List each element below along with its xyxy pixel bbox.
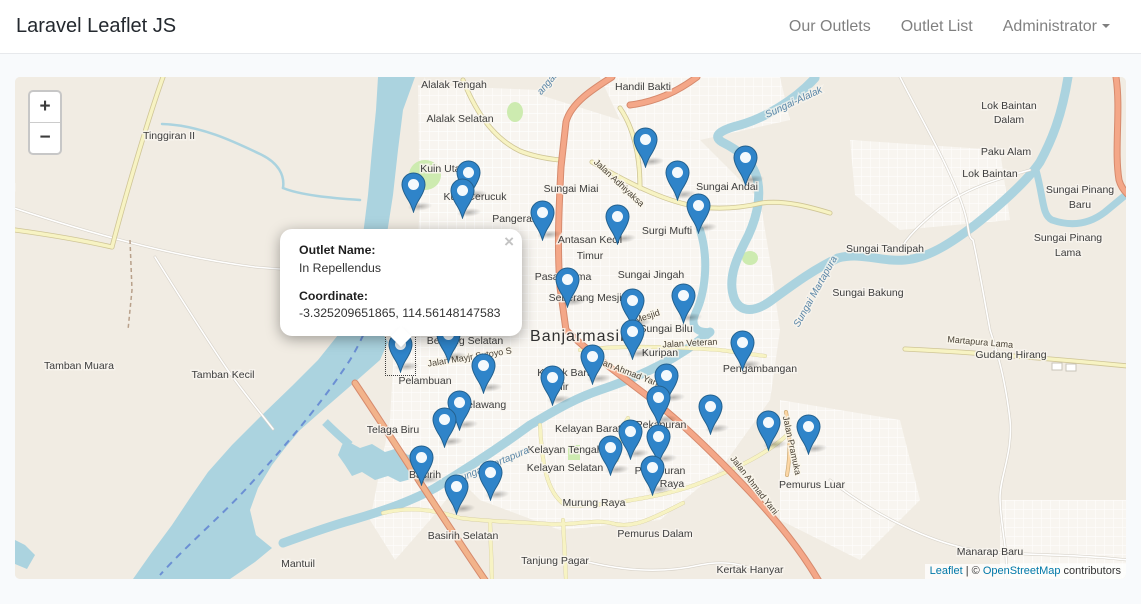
map-label-place: Dalam (994, 114, 1025, 126)
map-label-place: Sungai Pinang (1034, 232, 1102, 244)
map-label-place: Telaga Biru (367, 424, 420, 436)
popup-coordinate-label: Coordinate: (299, 289, 368, 303)
map-marker[interactable] (733, 145, 758, 186)
nav-item-our-outlets[interactable]: Our Outlets (774, 10, 886, 44)
map-marker[interactable] (730, 330, 755, 371)
map-marker[interactable] (401, 172, 426, 213)
map-label-place: Kelayan Selatan (527, 462, 604, 474)
map-label-place: Pelambuan (398, 375, 451, 387)
map-label-place: Sungai Pinang (1046, 184, 1114, 196)
map-marker[interactable] (471, 353, 496, 394)
map-marker[interactable] (671, 283, 696, 324)
app-brand[interactable]: Laravel Leaflet JS (16, 15, 176, 38)
map-label-place: Alalak Tengah (421, 79, 487, 91)
map-attribution: Leaflet | © OpenStreetMap contributors (925, 564, 1126, 579)
map-marker[interactable] (756, 410, 781, 451)
administrator-label: Administrator (1003, 18, 1097, 35)
map-marker[interactable] (478, 460, 503, 501)
popup-coordinate-value: -3.325209651865, 114.56148147583 (299, 306, 501, 320)
map-label-place: Tamban Muara (44, 360, 114, 372)
map-marker[interactable] (640, 455, 665, 496)
leaflet-map[interactable]: Alalak Tengah Handil Bakti Alalak Selatan L… (15, 77, 1126, 579)
map-marker[interactable] (698, 394, 723, 435)
map-marker[interactable] (432, 407, 457, 448)
zoom-in-button[interactable]: + (30, 92, 60, 122)
map-label-place: Gudang Hirang (975, 349, 1046, 361)
map-label-place: Basirih Selatan (428, 530, 499, 542)
map-marker[interactable] (633, 127, 658, 168)
openstreetmap-link[interactable]: OpenStreetMap (983, 565, 1061, 577)
map-tiles: Alalak Tengah Handil Bakti Alalak Selatan L… (15, 77, 1126, 579)
attribution-suffix: contributors (1060, 565, 1121, 577)
map-label-place: Tanjung Pagar (521, 555, 589, 567)
map-label-place: Lok Baintan (962, 168, 1018, 180)
map-label-place: Sungai Bakung (832, 287, 903, 299)
map-marker[interactable] (409, 445, 434, 486)
map-marker[interactable] (598, 435, 623, 476)
zoom-control: + − (28, 90, 62, 155)
map-label-place: Alalak Selatan (426, 113, 493, 125)
map-label-place: Mantuil (281, 558, 315, 570)
chevron-down-icon (1102, 24, 1110, 28)
map-marker[interactable] (796, 414, 821, 455)
map-label-place: Lama (1055, 247, 1081, 259)
map-label-place: Lok Baintan (981, 100, 1037, 112)
map-label-place: Pemurus Dalam (617, 528, 693, 540)
nav-links: Our Outlets Outlet List Administrator (774, 10, 1125, 44)
map-marker[interactable] (620, 319, 645, 360)
map-label-place: Kelayan Barat (555, 423, 621, 435)
map-marker[interactable] (686, 193, 711, 234)
nav-item-administrator-dropdown[interactable]: Administrator (988, 10, 1125, 44)
map-label-place: Manarap Baru (957, 546, 1024, 558)
map-label-city: Banjarmasin (530, 328, 630, 345)
map-label-place: Murung Raya (562, 497, 625, 509)
outlet-popup: × Outlet Name: In Repellendus Coordinate… (280, 229, 522, 336)
map-label-place: Kertak Hanyar (716, 564, 784, 576)
map-marker[interactable] (605, 204, 630, 245)
map-marker[interactable] (580, 344, 605, 385)
map-label-place: Baru (1069, 199, 1091, 211)
map-label-place: Timur (577, 250, 604, 262)
map-marker[interactable] (555, 267, 580, 308)
popup-outlet-name-value: In Repellendus (299, 261, 381, 275)
map-marker[interactable] (444, 474, 469, 515)
leaflet-link[interactable]: Leaflet (930, 565, 963, 577)
popup-outlet-name-label: Outlet Name: (299, 243, 376, 257)
top-navbar: Laravel Leaflet JS Our Outlets Outlet Li… (0, 0, 1141, 54)
map-label-place: Sungai Jingah (618, 269, 685, 281)
map-label-place: Tamban Kecil (191, 369, 254, 381)
map-label-place: Sungai Miai (544, 183, 599, 195)
popup-content: Outlet Name: In Repellendus Coordinate: … (299, 242, 503, 323)
map-marker[interactable] (530, 200, 555, 241)
map-marker[interactable] (646, 385, 671, 426)
map-label-place: Tinggiran II (143, 130, 195, 142)
map-marker[interactable] (450, 178, 475, 219)
map-label-place: Paku Alam (981, 146, 1031, 158)
map-label-place: Handil Bakti (615, 81, 671, 93)
map-marker[interactable] (540, 365, 565, 406)
zoom-out-button[interactable]: − (30, 122, 60, 153)
nav-item-outlet-list[interactable]: Outlet List (886, 10, 988, 44)
map-label-place: Pemurus Luar (779, 479, 845, 491)
map-label-place: Sungai Tandipah (846, 243, 924, 255)
popup-close-icon[interactable]: × (504, 234, 514, 250)
attribution-separator: | © (963, 565, 983, 577)
map-label-place: Kelayan Tengah (527, 444, 602, 456)
